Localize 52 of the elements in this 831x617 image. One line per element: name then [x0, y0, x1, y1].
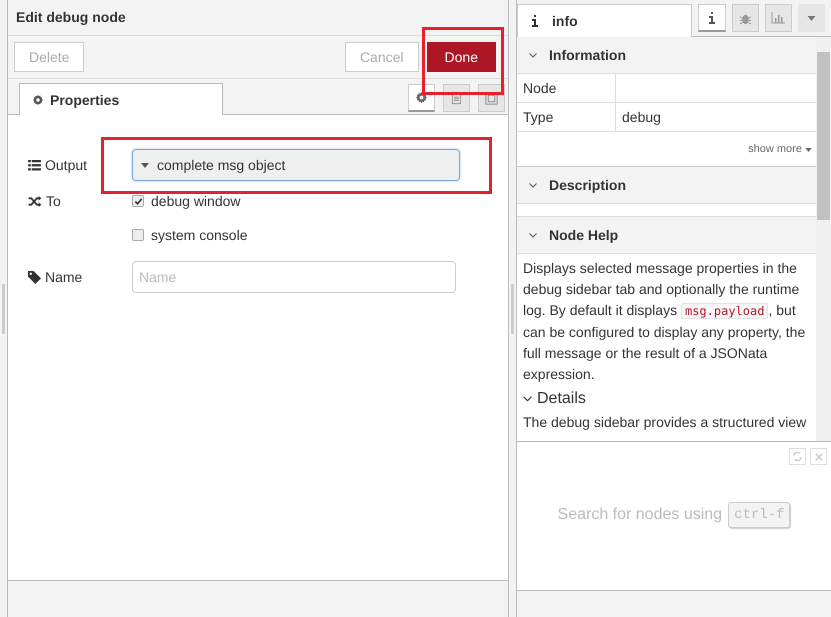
info-icon	[532, 14, 538, 26]
table-cell: Type	[517, 103, 616, 131]
field-label: Output	[45, 157, 88, 173]
bar-chart-icon	[771, 12, 786, 24]
gear-icon	[415, 91, 428, 104]
chevron-icon	[523, 396, 532, 402]
chevron-icon	[529, 52, 537, 58]
details-text: The debug sidebar provides a structured view	[522, 413, 808, 432]
dialog-title: Edit debug node	[8, 0, 508, 36]
chevron-icon	[529, 232, 537, 238]
field-label: Name	[45, 269, 82, 285]
checkbox-label: debug window	[151, 193, 241, 209]
table-cell: Node	[517, 74, 616, 102]
field-label: To	[46, 193, 61, 209]
section-header[interactable]: Description	[517, 167, 816, 204]
section-header[interactable]: Information	[517, 37, 816, 74]
refresh-icon	[792, 451, 803, 462]
chevron-icon	[529, 182, 537, 188]
properties-tab[interactable]: Properties	[19, 83, 223, 115]
info-tab-button[interactable]	[698, 4, 726, 32]
shuffle-icon	[28, 196, 42, 206]
checkbox[interactable]	[132, 229, 144, 241]
section-header[interactable]: Node Help	[517, 217, 816, 254]
caret-icon	[806, 16, 816, 20]
close-button[interactable]	[810, 448, 827, 465]
done-button[interactable]: Done	[426, 42, 496, 72]
tag-icon	[28, 270, 41, 284]
search-hint: Search for nodes using	[558, 506, 722, 524]
shortcut-key: ctrl-f	[728, 502, 790, 528]
settings-tab[interactable]	[408, 84, 435, 112]
show-more-link[interactable]: show more	[748, 143, 812, 155]
table-cell-text: debug	[621, 108, 662, 127]
checkbox[interactable]	[132, 195, 144, 207]
resize-handle[interactable]	[2, 284, 5, 334]
info-tab[interactable]: info	[517, 4, 692, 36]
debug-tab-button[interactable]	[732, 4, 759, 32]
name-field[interactable]: Name	[132, 261, 456, 293]
dashboard-tab-button[interactable]	[764, 4, 792, 32]
gear-icon	[32, 94, 44, 106]
caret-icon	[805, 148, 812, 152]
details-toggle[interactable]: Details	[517, 385, 816, 408]
list-icon	[28, 160, 41, 170]
help-paragraph: Displays selected message properties in the debug sidebar tab and optionally the runtime log. By default it displays msg.payload , but can be configured to display any property, the full message or the result of a JSONata expression.	[522, 259, 806, 384]
refresh-button[interactable]	[789, 448, 806, 465]
dropdown-button[interactable]	[798, 4, 825, 32]
info-icon	[709, 12, 716, 24]
resize-handle[interactable]	[511, 284, 514, 334]
scrollbar[interactable]	[816, 37, 831, 441]
caret-icon	[141, 162, 149, 168]
output-select[interactable]: complete msg object	[132, 149, 460, 181]
close-icon	[814, 452, 822, 460]
checkbox-label: system console	[151, 227, 248, 243]
